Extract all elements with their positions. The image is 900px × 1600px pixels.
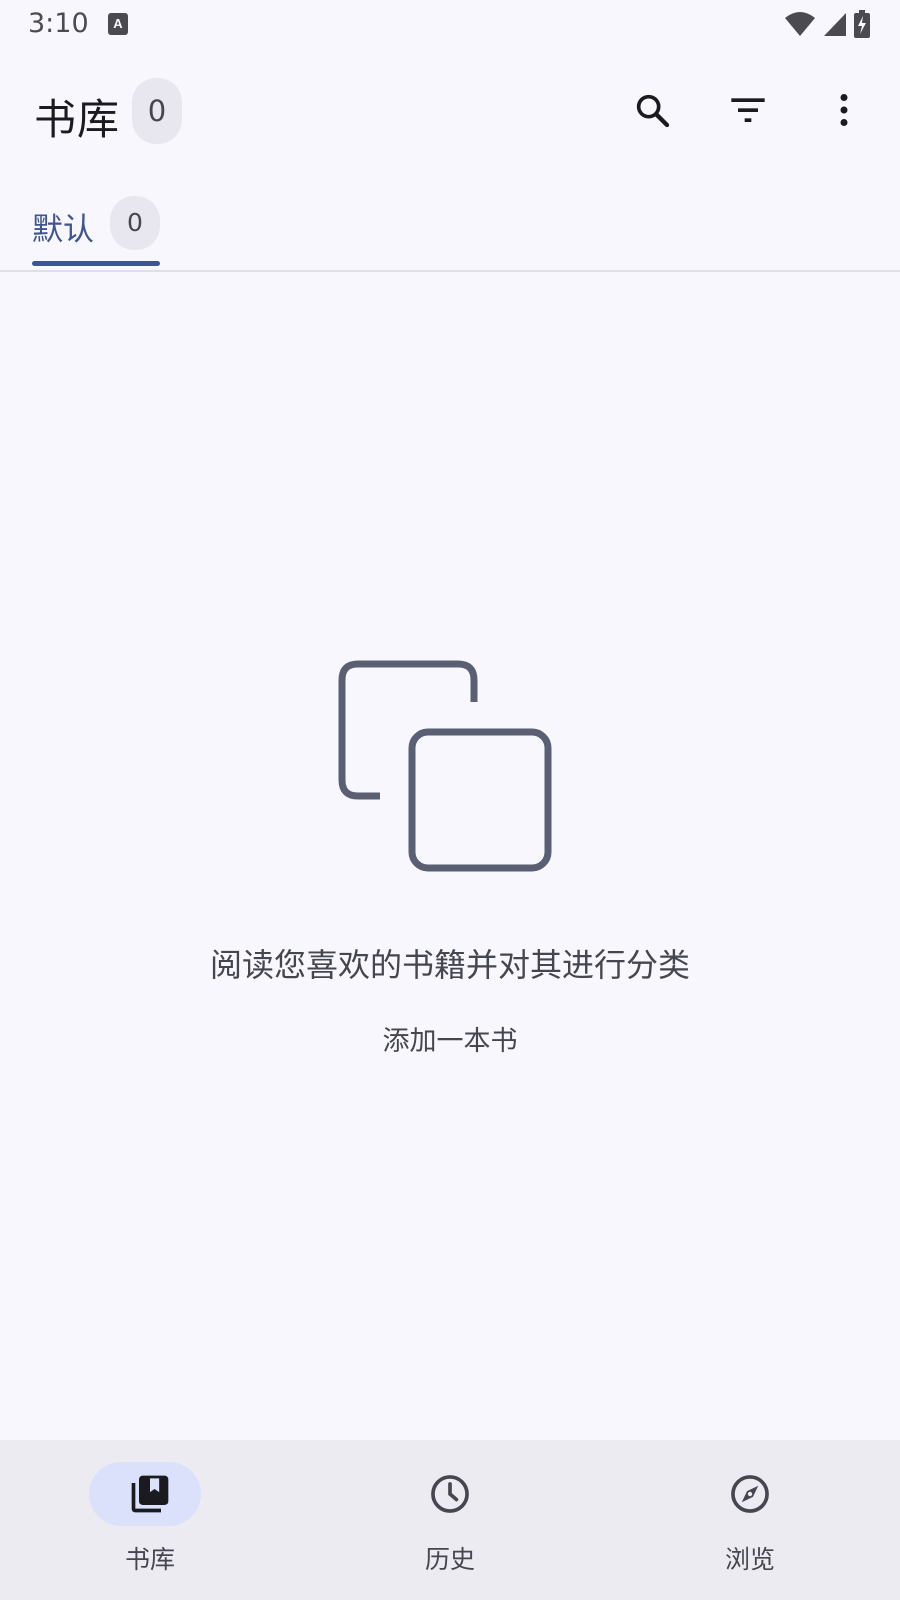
library-icon [125, 1469, 175, 1519]
empty-message: 阅读您喜欢的书籍并对其进行分类 [209, 946, 690, 984]
filter-button[interactable] [718, 82, 778, 142]
top-app-bar: 书库 0 [0, 62, 900, 162]
signal-icon [822, 10, 848, 42]
status-time: 3:10 [28, 8, 89, 39]
nav-label: 书库 [124, 1545, 175, 1574]
battery-charging-icon [854, 10, 870, 42]
history-icon [425, 1469, 475, 1519]
copy-icon [338, 660, 558, 884]
tab-label: 默认 [32, 212, 94, 248]
bottom-navigation: 书库 历史 浏览 [0, 1440, 900, 1600]
tab-count-badge: 0 [110, 196, 160, 250]
nav-item-library[interactable]: 书库 [0, 1440, 300, 1600]
search-icon [632, 90, 672, 134]
tab-indicator [32, 261, 160, 266]
nav-label: 浏览 [724, 1545, 775, 1574]
library-count-badge: 0 [132, 78, 182, 144]
add-book-button[interactable]: 添加一本书 [350, 1012, 550, 1072]
more-options-button[interactable] [814, 82, 874, 142]
nav-item-explore[interactable]: 浏览 [600, 1440, 900, 1600]
status-icons [784, 10, 870, 42]
tab-default[interactable]: 默认 0 [32, 190, 160, 270]
nav-label: 历史 [424, 1545, 475, 1574]
svg-text:A: A [113, 16, 123, 31]
page-title: 书库 [34, 95, 121, 144]
nav-item-history[interactable]: 历史 [300, 1440, 600, 1600]
status-bar: 3:10 A [0, 0, 900, 50]
explore-icon [725, 1469, 775, 1519]
more-vert-icon [824, 90, 864, 134]
category-tabs: 默认 0 [0, 190, 900, 272]
filter-icon [728, 90, 768, 134]
search-button[interactable] [622, 82, 682, 142]
wifi-icon [784, 10, 816, 42]
a-notification-icon: A [108, 13, 128, 39]
